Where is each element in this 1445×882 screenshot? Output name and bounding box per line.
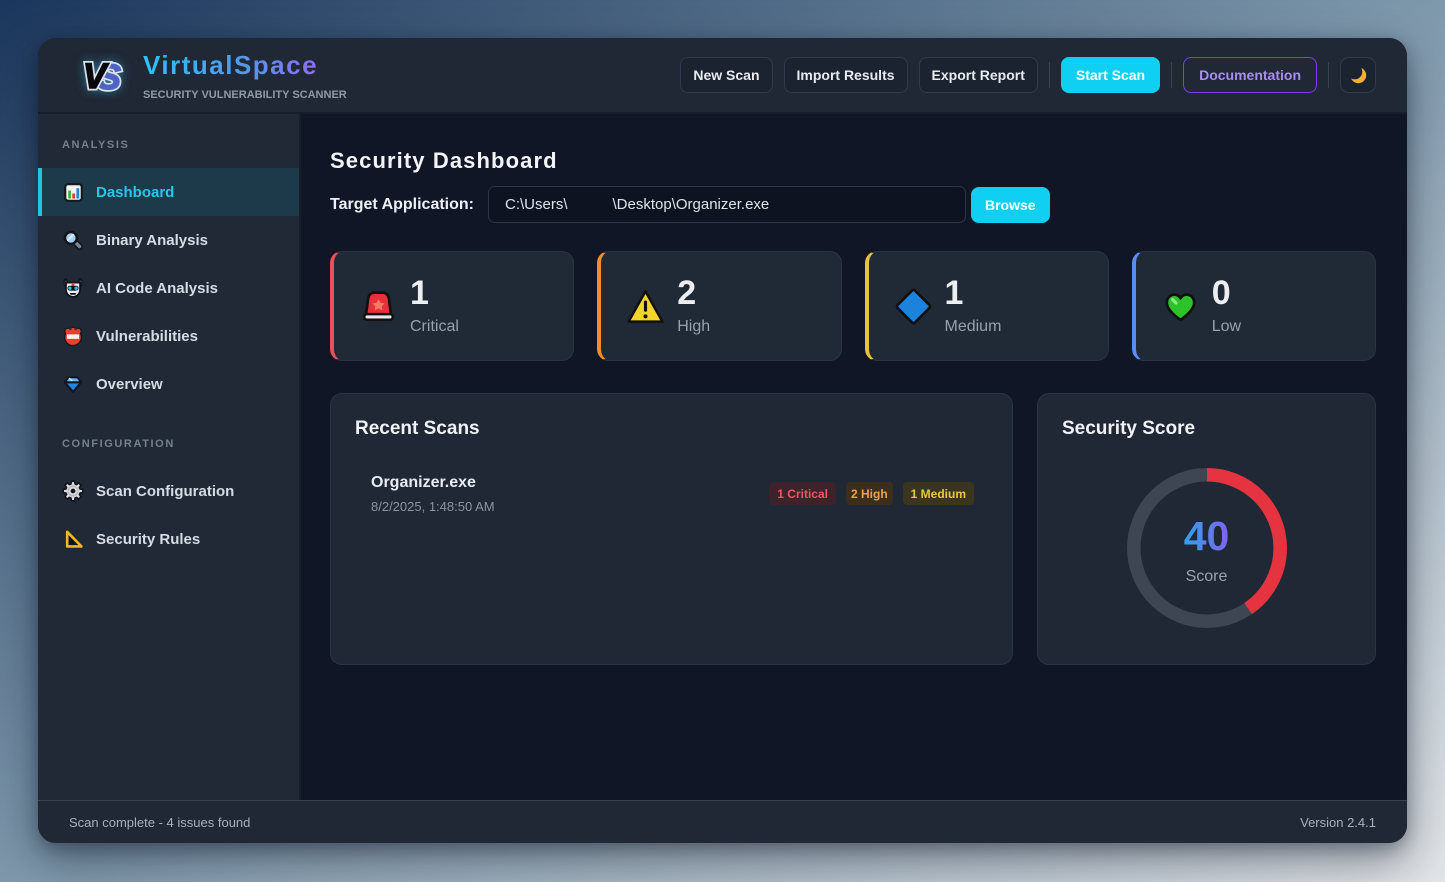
svg-text:V: V [83,59,109,93]
